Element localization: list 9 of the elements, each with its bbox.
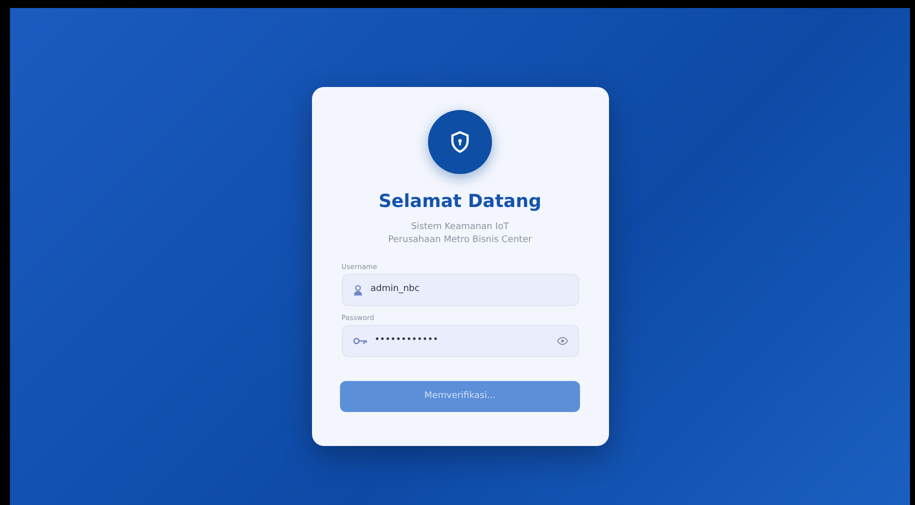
subtitle-line: Perusahaan Metro Bisnis Center xyxy=(388,234,532,247)
shield-icon xyxy=(428,110,492,174)
password-field[interactable]: •••••••••••• xyxy=(342,325,578,357)
user-icon xyxy=(352,284,362,296)
username-field[interactable]: admin_nbc xyxy=(342,274,578,306)
subtitle-line: Sistem Keamanan IoT xyxy=(410,221,510,234)
key-icon xyxy=(352,337,366,345)
welcome-title: Selamat Datang xyxy=(378,190,542,214)
eye-icon[interactable] xyxy=(556,337,568,345)
